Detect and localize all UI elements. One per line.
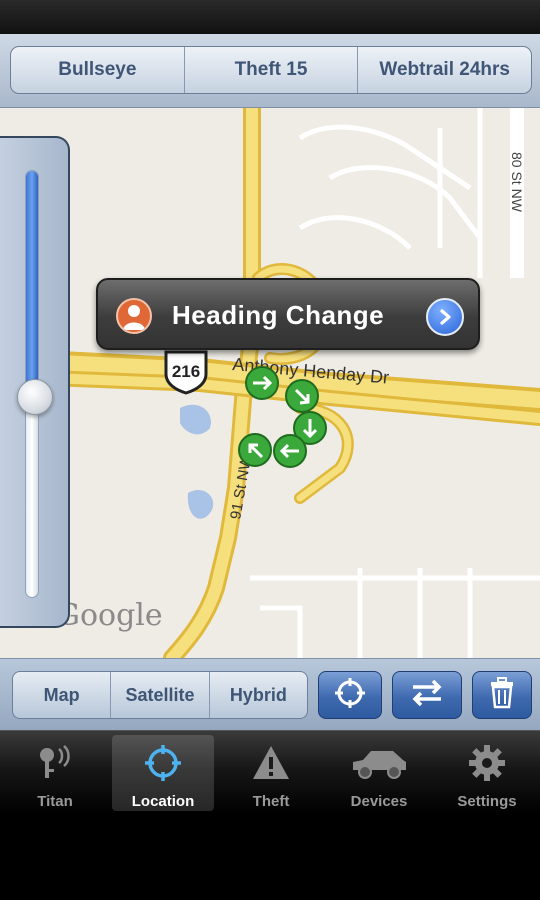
- heading-marker[interactable]: [285, 379, 319, 413]
- heading-marker[interactable]: [245, 366, 279, 400]
- highway-shield-label: 216: [172, 362, 200, 381]
- car-icon: [349, 743, 409, 783]
- top-toolbar: Bullseye Theft 15 Webtrail 24hrs: [0, 34, 540, 108]
- google-attribution: Google: [56, 598, 163, 633]
- map-toolbar: Map Satellite Hybrid: [0, 658, 540, 730]
- tab-label: Titan: [37, 793, 73, 810]
- tab-webtrail-24hrs[interactable]: Webtrail 24hrs: [358, 47, 531, 93]
- swap-button[interactable]: [392, 671, 462, 719]
- locate-icon: [333, 676, 367, 715]
- swap-arrows-icon: [409, 678, 445, 713]
- key-signal-icon: [35, 743, 75, 783]
- heading-marker[interactable]: [238, 433, 272, 467]
- delete-button[interactable]: [472, 671, 532, 719]
- map-type-hybrid[interactable]: Hybrid: [210, 672, 307, 718]
- map-canvas: 216 Anthony Henday Dr 91 St NW 80 St NW: [0, 108, 540, 658]
- tab-label: Location: [131, 793, 195, 810]
- water-bodies: [50, 404, 214, 612]
- tab-settings[interactable]: Settings: [436, 735, 538, 811]
- tab-bar: Titan Location Theft Devices Settings: [0, 730, 540, 814]
- trash-icon: [488, 676, 516, 714]
- tab-devices[interactable]: Devices: [328, 735, 430, 811]
- view-segmented-control: Bullseye Theft 15 Webtrail 24hrs: [10, 46, 532, 94]
- tab-location[interactable]: Location: [112, 735, 214, 811]
- person-icon: [116, 298, 152, 334]
- map-type-segmented-control: Map Satellite Hybrid: [12, 671, 308, 719]
- tab-theft[interactable]: Theft: [220, 735, 322, 811]
- tab-theft-15[interactable]: Theft 15: [185, 47, 359, 93]
- crosshair-icon: [143, 743, 183, 783]
- tab-label: Theft: [252, 793, 290, 810]
- callout-title: Heading Change: [172, 300, 385, 330]
- heading-change-callout[interactable]: Heading Change: [96, 278, 480, 350]
- zoom-slider-thumb[interactable]: [17, 378, 53, 415]
- map-view[interactable]: 216 Anthony Henday Dr 91 St NW 80 St NW: [0, 108, 540, 658]
- locate-button[interactable]: [318, 671, 382, 719]
- zoom-slider-panel: [0, 136, 70, 628]
- chevron-right-icon[interactable]: [426, 298, 464, 336]
- heading-marker[interactable]: [273, 434, 307, 468]
- screen-bottom-area: [0, 814, 540, 900]
- tab-label: Settings: [457, 793, 517, 810]
- map-type-satellite[interactable]: Satellite: [111, 672, 210, 718]
- highway-shield-216: 216: [164, 350, 208, 395]
- zoom-slider-fill: [26, 171, 38, 398]
- tab-titan[interactable]: Titan: [4, 735, 106, 811]
- road-label-80-st: 80 St NW: [509, 152, 525, 213]
- warning-icon: [251, 743, 291, 783]
- tab-label: Devices: [350, 793, 408, 810]
- gear-icon: [467, 743, 507, 783]
- status-bar: [0, 0, 540, 34]
- tab-bullseye[interactable]: Bullseye: [11, 47, 185, 93]
- map-type-map[interactable]: Map: [13, 672, 112, 718]
